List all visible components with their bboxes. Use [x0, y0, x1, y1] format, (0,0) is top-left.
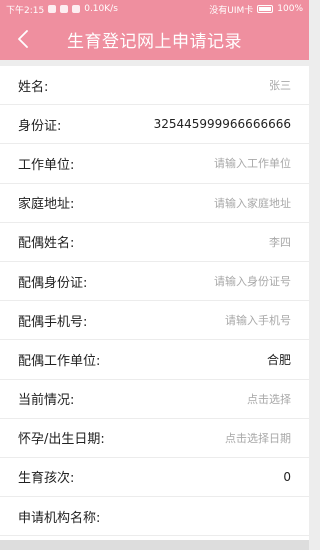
- form-row-value[interactable]: 李四: [269, 234, 291, 250]
- form-row-label: 姓名:: [18, 79, 49, 95]
- back-button[interactable]: [10, 26, 36, 52]
- form-row[interactable]: 配偶手机号: 请输入手机号: [0, 301, 309, 341]
- form-row-label: 配偶身份证:: [18, 275, 88, 291]
- form-row[interactable]: 工作单位: 请输入工作单位: [0, 144, 309, 184]
- app-icon-2: [72, 5, 81, 13]
- form-row[interactable]: 配偶身份证: 请输入身份证号: [0, 262, 309, 302]
- form-row[interactable]: 家庭地址: 请输入家庭地址: [0, 184, 309, 223]
- form-row-value[interactable]: 点击选择日期: [225, 430, 291, 446]
- status-bar: 下午2:15 0.10K/s 没有UIM卡 100%: [0, 0, 309, 18]
- app-header: 下午2:15 0.10K/s 没有UIM卡 100% 生育登记网上申请记录: [0, 0, 309, 60]
- network-speed: 0.10K/s: [84, 4, 118, 14]
- notification-icon: [48, 5, 57, 13]
- form-row-label: 配偶工作单位:: [18, 353, 101, 369]
- form-row-value[interactable]: 325445999966666666: [154, 117, 291, 131]
- form-row-value[interactable]: 请输入身份证号: [214, 273, 291, 289]
- form-row-value[interactable]: 0: [283, 470, 291, 484]
- form-row[interactable]: 生育孩次: 0: [0, 458, 309, 498]
- form-row-label: 配偶姓名:: [18, 236, 75, 252]
- status-time: 下午2:15: [6, 5, 45, 16]
- form-row-label: 配偶手机号:: [18, 314, 88, 330]
- form-list: 姓名: 张三身份证: 325445999966666666 工作单位: 请输入工作单位家…: [0, 66, 309, 550]
- form-row-value[interactable]: 请输入家庭地址: [214, 195, 291, 211]
- nav-bar: 生育登记网上申请记录: [0, 18, 309, 60]
- form-row-value[interactable]: 张三: [269, 77, 291, 93]
- form-row-value[interactable]: 点击选择: [247, 391, 291, 407]
- form-row[interactable]: 配偶姓名: 李四: [0, 223, 309, 262]
- form-row-value[interactable]: 请输入工作单位: [214, 155, 291, 171]
- battery-icon: [257, 5, 274, 13]
- status-left: 下午2:15 0.10K/s: [6, 3, 118, 16]
- form-row-label: 申请机构名称:: [18, 510, 101, 526]
- form-row-value[interactable]: 合肥: [267, 351, 291, 368]
- battery-percent: 100%: [277, 4, 303, 14]
- bottom-strip: [0, 540, 309, 550]
- status-right: 没有UIM卡 100%: [209, 3, 303, 16]
- page-title: 生育登记网上申请记录: [67, 31, 242, 52]
- form-row[interactable]: 当前情况: 点击选择: [0, 380, 309, 419]
- form-row-label: 身份证:: [18, 118, 62, 134]
- form-row[interactable]: 申请机构名称:: [0, 497, 309, 537]
- form-row[interactable]: 怀孕/出生日期: 点击选择日期: [0, 419, 309, 458]
- form-row[interactable]: 姓名: 张三: [0, 66, 309, 106]
- chevron-left-icon: [18, 30, 28, 48]
- form-row-label: 怀孕/出生日期:: [18, 432, 105, 448]
- form-row-label: 家庭地址:: [18, 197, 75, 213]
- form-row-label: 当前情况:: [18, 393, 75, 409]
- app-icon: [60, 5, 69, 13]
- form-row[interactable]: 身份证: 325445999966666666: [0, 105, 309, 145]
- form-row-label: 生育孩次:: [18, 471, 75, 487]
- carrier-text: 没有UIM卡: [209, 5, 254, 16]
- form-row[interactable]: 配偶工作单位: 合肥: [0, 340, 309, 380]
- form-row-label: 工作单位:: [18, 157, 75, 173]
- form-row-value[interactable]: 请输入手机号: [225, 312, 291, 328]
